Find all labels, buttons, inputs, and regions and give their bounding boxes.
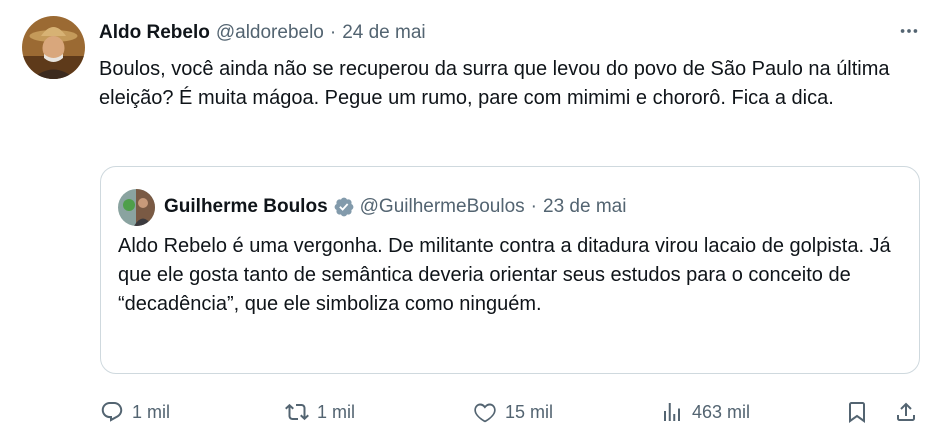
quoted-date[interactable]: 23 de mai: [543, 196, 626, 218]
bookmark-icon: [849, 402, 865, 423]
tweet[interactable]: Aldo Rebelo @aldorebelo · 24 de mai Boul…: [0, 0, 943, 434]
quoted-tweet[interactable]: Guilherme Boulos @GuilhermeBoulos · 23 d…: [100, 166, 920, 374]
reply-count: 1 mil: [132, 401, 171, 422]
views-icon: [664, 403, 680, 421]
quoted-separator-dot: ·: [530, 196, 537, 217]
verified-icon: [334, 197, 354, 217]
quoted-author-name[interactable]: Guilherme Boulos: [164, 196, 328, 218]
action-bar: 1 mil 1 mil 15 mil 463 mil: [100, 396, 930, 428]
quoted-author-handle[interactable]: @GuilhermeBoulos: [360, 196, 525, 218]
repost-icon: [285, 403, 309, 421]
tweet-header: Aldo Rebelo @aldorebelo · 24 de mai: [99, 19, 923, 47]
quoted-text: Aldo Rebelo é uma vergonha. De militante…: [118, 235, 891, 315]
bookmark-button[interactable]: [845, 396, 869, 428]
views-count: 463 mil: [692, 401, 751, 422]
like-count: 15 mil: [505, 401, 554, 422]
tweet-text: Boulos, você ainda não se recuperou da s…: [99, 58, 890, 109]
author-avatar[interactable]: [22, 16, 85, 79]
author-handle[interactable]: @aldorebelo: [216, 22, 324, 44]
share-button[interactable]: [894, 396, 918, 428]
separator-dot: ·: [329, 22, 337, 43]
reply-button[interactable]: 1 mil: [100, 396, 170, 428]
repost-button[interactable]: 1 mil: [285, 396, 355, 428]
quoted-author-avatar[interactable]: [118, 189, 155, 226]
share-icon: [897, 402, 915, 421]
more-icon: [900, 29, 918, 33]
views-button[interactable]: 463 mil: [660, 396, 750, 428]
reply-icon: [101, 402, 123, 422]
repost-count: 1 mil: [317, 401, 356, 422]
more-options-button[interactable]: [895, 17, 923, 45]
tweet-date[interactable]: 24 de mai: [342, 22, 425, 44]
like-icon: [474, 403, 496, 423]
author-name[interactable]: Aldo Rebelo: [99, 22, 210, 44]
like-button[interactable]: 15 mil: [473, 396, 553, 428]
quoted-header: Guilherme Boulos @GuilhermeBoulos · 23 d…: [164, 193, 626, 221]
